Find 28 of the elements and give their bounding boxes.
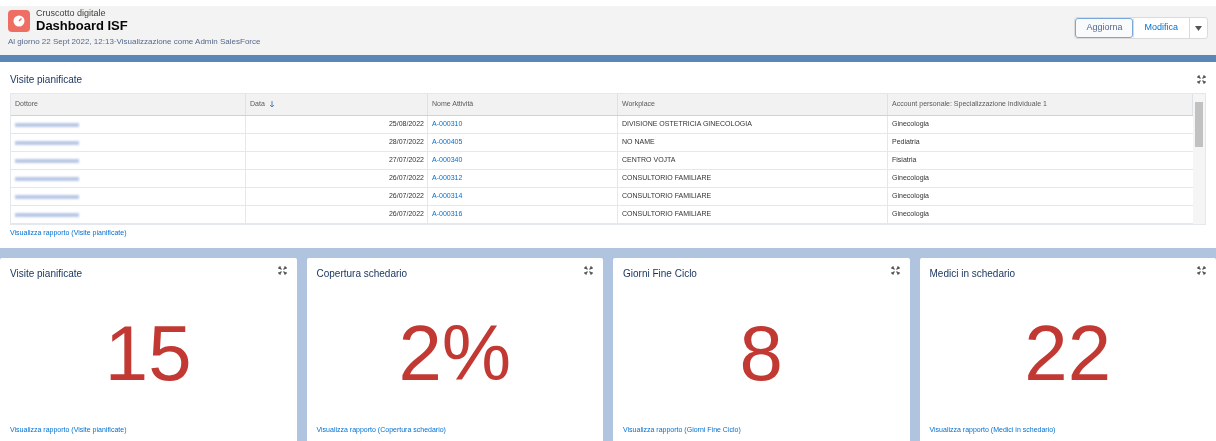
redacted-text	[15, 158, 79, 163]
header-title: Dashboard ISF	[36, 19, 128, 32]
dashboard-logo-icon	[8, 9, 30, 32]
metric-value: 22	[1024, 313, 1112, 392]
header-info: Al giorno 22 Sept 2022, 12:13·Visualizzazione come Admin SalesForce	[8, 36, 262, 48]
scrollbar[interactable]	[1193, 94, 1205, 224]
redacted-text	[15, 140, 79, 145]
metric-title: Copertura schedario	[316, 267, 408, 281]
redacted-text	[15, 194, 79, 199]
redacted-text	[15, 176, 79, 181]
metric-title: Medici in schedario	[929, 267, 1016, 281]
expand-icon[interactable]	[277, 266, 287, 275]
expand-icon[interactable]	[584, 266, 593, 275]
metric-value: 15	[104, 313, 192, 392]
expand-icon[interactable]	[1197, 74, 1206, 84]
metric-title: Visite pianificate	[10, 267, 83, 281]
redacted-text	[15, 122, 79, 127]
metric-title: Giorni Fine Ciclo	[623, 267, 697, 281]
header-button[interactable]: Aggiorna	[1075, 18, 1134, 38]
expand-icon[interactable]	[890, 266, 900, 275]
redacted-text	[15, 212, 79, 217]
caret-icon	[1195, 25, 1202, 31]
metric-value: 2%	[398, 313, 512, 392]
header-subtitle: Cruscotto digitale	[36, 9, 107, 18]
expand-icon[interactable]	[1197, 266, 1206, 275]
widget-title: Visite pianificate	[10, 72, 83, 87]
metric-value: 8	[739, 313, 783, 392]
header-button[interactable]: Modifica	[1133, 18, 1189, 38]
